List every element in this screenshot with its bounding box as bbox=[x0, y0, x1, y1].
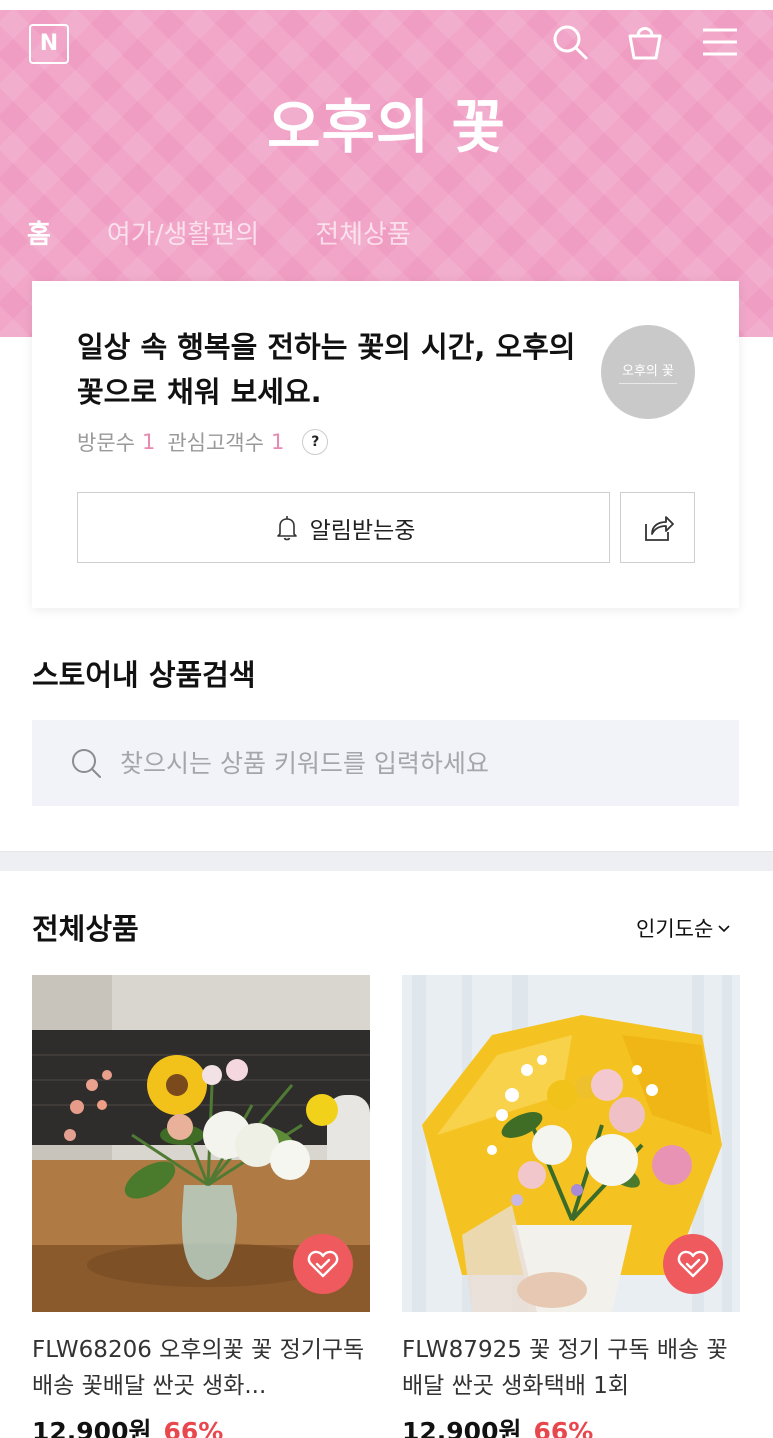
product-image[interactable] bbox=[32, 975, 370, 1312]
product-price: 12,900원 bbox=[402, 1417, 522, 1438]
sort-dropdown[interactable]: 인기도순 bbox=[636, 913, 731, 943]
store-search-heading: 스토어내 상품검색 bbox=[32, 658, 256, 692]
store-profile-card: 일상 속 행복을 전하는 꽃의 시간, 오후의 꽃으로 채워 보세요. 오후의 … bbox=[32, 281, 739, 608]
store-description: 일상 속 행복을 전하는 꽃의 시간, 오후의 꽃으로 채워 보세요. bbox=[77, 330, 576, 409]
all-products-title: 전체상품 bbox=[32, 912, 139, 946]
visits-count: 1 bbox=[141, 430, 156, 454]
cart-icon[interactable] bbox=[625, 22, 665, 62]
product-name[interactable]: FLW87925 꽃 정기 구독 배송 꽃배달 싼곳 생화택배 1회 bbox=[402, 1332, 740, 1404]
price-row: 12,900원 66% bbox=[32, 1412, 370, 1438]
notification-subscribe-button[interactable]: 알림받는중 bbox=[77, 492, 610, 563]
product-card[interactable]: FLW68206 오후의꽃 꽃 정기구독 배송 꽃배달 싼곳 생화... 12,… bbox=[32, 975, 370, 1438]
store-stats: 방문수 1 관심고객수 1 ? bbox=[77, 427, 329, 457]
section-divider bbox=[0, 851, 773, 871]
discount-rate: 66% bbox=[533, 1417, 594, 1438]
status-strip bbox=[0, 0, 773, 10]
heart-icon bbox=[677, 1250, 709, 1278]
search-icon bbox=[72, 749, 101, 778]
wishlist-button[interactable] bbox=[293, 1234, 353, 1294]
store-search-bar[interactable] bbox=[32, 720, 739, 806]
followers-count: 1 bbox=[270, 430, 285, 454]
store-title: 오후의 꽃 bbox=[267, 93, 506, 161]
menu-icon[interactable] bbox=[700, 22, 740, 62]
help-icon[interactable]: ? bbox=[302, 429, 329, 455]
price-row: 12,900원 66% bbox=[402, 1412, 740, 1438]
tab-all-products[interactable]: 전체상품 bbox=[315, 214, 411, 251]
followers-label: 관심고객수 bbox=[167, 431, 264, 455]
search-input[interactable] bbox=[120, 748, 680, 778]
logo-divider bbox=[619, 383, 677, 384]
store-logo: 오후의 꽃 bbox=[601, 325, 695, 419]
discount-rate: 66% bbox=[163, 1417, 224, 1438]
search-icon[interactable] bbox=[550, 22, 590, 62]
chevron-down-icon bbox=[718, 925, 730, 933]
tab-home[interactable]: 홈 bbox=[27, 214, 51, 251]
bell-icon bbox=[276, 515, 297, 540]
naver-home-button[interactable]: N bbox=[29, 24, 69, 64]
product-card[interactable]: FLW87925 꽃 정기 구독 배송 꽃배달 싼곳 생화택배 1회 12,90… bbox=[402, 975, 740, 1438]
notify-label: 알림받는중 bbox=[309, 517, 416, 544]
store-logo-text: 오후의 꽃 bbox=[622, 364, 674, 379]
share-icon bbox=[644, 515, 674, 541]
product-name[interactable]: FLW68206 오후의꽃 꽃 정기구독 배송 꽃배달 싼곳 생화... bbox=[32, 1332, 370, 1404]
product-image[interactable] bbox=[402, 975, 740, 1312]
wishlist-button[interactable] bbox=[663, 1234, 723, 1294]
share-button[interactable] bbox=[620, 492, 695, 563]
sort-label: 인기도순 bbox=[636, 917, 714, 941]
heart-icon bbox=[307, 1250, 339, 1278]
tab-leisure[interactable]: 여가/생활편의 bbox=[107, 214, 259, 251]
store-nav-tabs: 홈 여가/생활편의 전체상품 bbox=[27, 214, 467, 251]
visits-label: 방문수 bbox=[77, 431, 135, 455]
product-price: 12,900원 bbox=[32, 1417, 152, 1438]
